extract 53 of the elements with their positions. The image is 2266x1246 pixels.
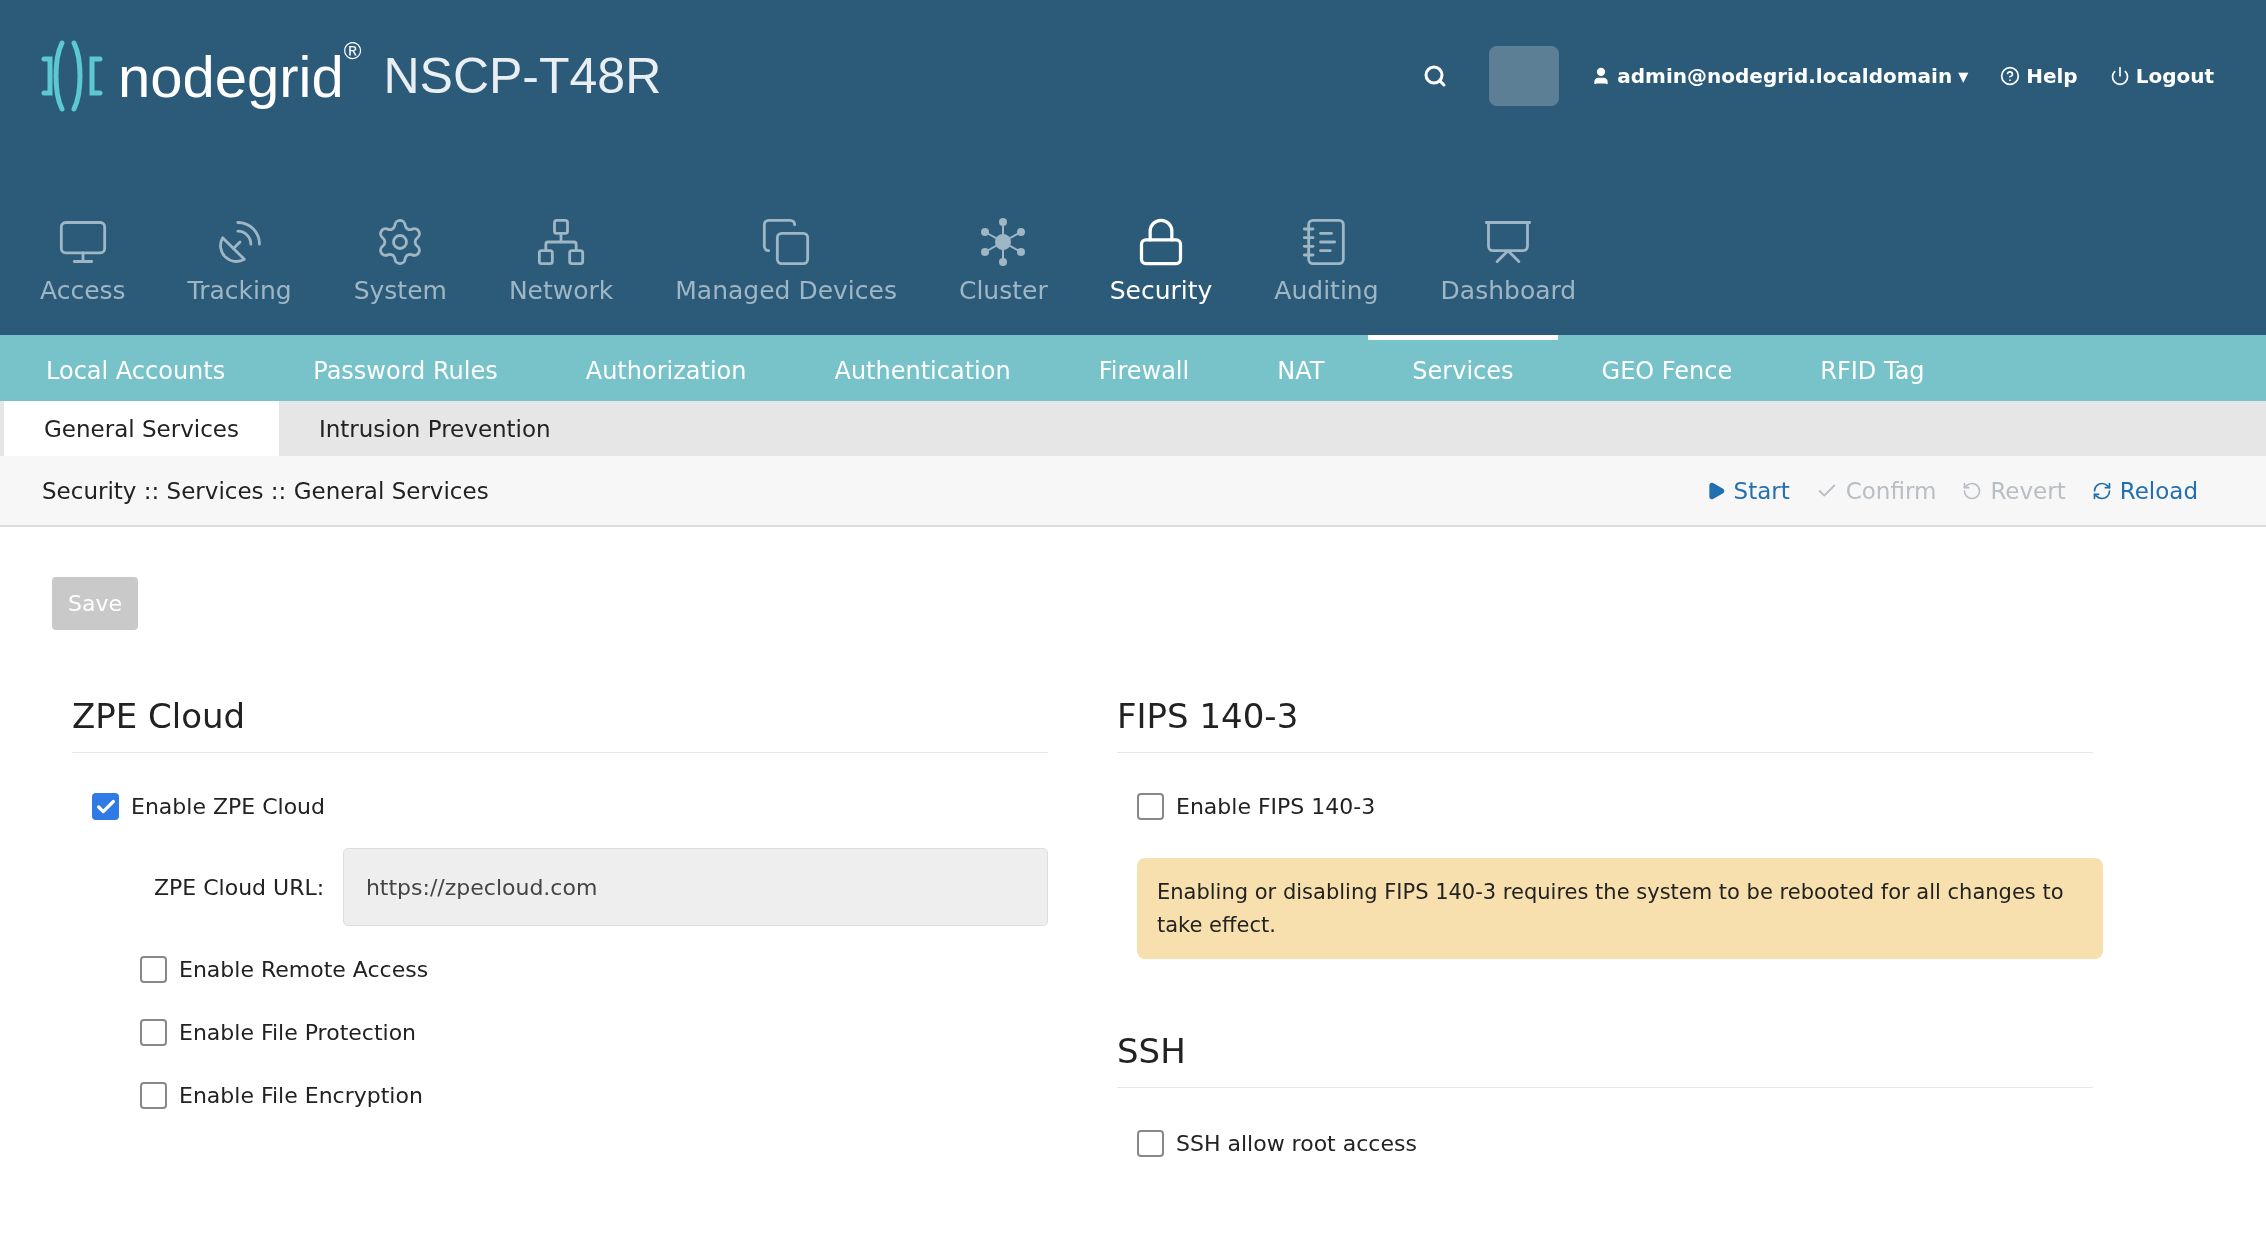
checkbox-label: Enable Remote Access xyxy=(179,957,429,982)
sub-nav-item[interactable]: Firewall xyxy=(1054,335,1234,401)
checkbox-label: Enable File Encryption xyxy=(179,1083,423,1108)
help-icon xyxy=(2000,66,2021,86)
device-model: NSCP-T48R xyxy=(383,47,662,105)
user-menu[interactable]: admin@nodegrid.localdomain ▾ xyxy=(1591,64,1969,88)
sub-nav-item[interactable]: NAT xyxy=(1233,335,1369,401)
reload-link[interactable]: Reload xyxy=(2091,477,2198,504)
checkbox[interactable] xyxy=(140,956,167,983)
checkbox[interactable] xyxy=(1137,793,1164,820)
main-nav-item[interactable]: Dashboard xyxy=(1440,216,1577,305)
sub-nav-item[interactable]: GEO Fence xyxy=(1557,335,1777,401)
tab[interactable]: General Services xyxy=(4,401,279,456)
logo-icon xyxy=(40,39,104,113)
section-heading: SSH xyxy=(1117,1031,2093,1089)
sub-nav-item[interactable]: Authentication xyxy=(790,335,1055,401)
breadcrumb: Security :: Services :: General Services xyxy=(42,477,489,504)
reload-icon xyxy=(2091,480,2112,501)
sub-nav-item[interactable]: Password Rules xyxy=(269,335,542,401)
main-nav-item[interactable]: Security xyxy=(1109,216,1213,305)
checkbox-label: Enable FIPS 140-3 xyxy=(1176,794,1376,819)
checkbox[interactable] xyxy=(140,1082,167,1109)
main-nav-item[interactable]: Managed Devices xyxy=(675,216,897,305)
warning-message: Enabling or disabling FIPS 140-3 requires the system to be rebooted for all changes to take effect. xyxy=(1137,858,2103,960)
checkbox[interactable] xyxy=(92,793,119,820)
avatar-placeholder xyxy=(1489,46,1560,106)
section-heading: ZPE Cloud xyxy=(72,696,1048,753)
caret-icon: ▾ xyxy=(1958,64,1969,88)
undo-icon xyxy=(1962,480,1983,501)
main-nav-item[interactable]: Cluster xyxy=(958,216,1048,305)
checkbox[interactable] xyxy=(140,1019,167,1046)
main-nav-item[interactable]: System xyxy=(353,216,447,305)
start-link[interactable]: Start xyxy=(1705,477,1790,504)
main-nav-item[interactable]: Access xyxy=(40,216,126,305)
url-field[interactable]: https://zpecloud.com xyxy=(342,848,1048,926)
main-nav-item[interactable]: Network xyxy=(508,216,614,305)
checkbox-label: Enable File Protection xyxy=(179,1020,417,1045)
sub-nav-item[interactable]: Local Accounts xyxy=(2,335,270,401)
logout-link[interactable]: Logout xyxy=(2109,64,2214,88)
checkbox-label: SSH allow root access xyxy=(1176,1131,1417,1157)
main-nav-item[interactable]: Auditing xyxy=(1274,216,1379,305)
checkbox-label: Enable ZPE Cloud xyxy=(131,794,325,819)
tab[interactable]: Intrusion Prevention xyxy=(278,401,591,456)
field-label: ZPE Cloud URL: xyxy=(154,874,326,900)
sub-nav-item[interactable]: Authorization xyxy=(541,335,791,401)
section-heading: FIPS 140-3 xyxy=(1117,696,2093,753)
help-link[interactable]: Help xyxy=(2000,64,2078,88)
search-icon[interactable] xyxy=(1423,64,1448,88)
main-nav-item[interactable]: Tracking xyxy=(187,216,292,305)
brand-name: nodegrid$^{®}$ xyxy=(118,42,362,110)
checkbox[interactable] xyxy=(1137,1130,1164,1158)
sub-nav-item[interactable]: RFID Tag xyxy=(1776,335,1969,401)
power-icon xyxy=(2109,66,2130,86)
